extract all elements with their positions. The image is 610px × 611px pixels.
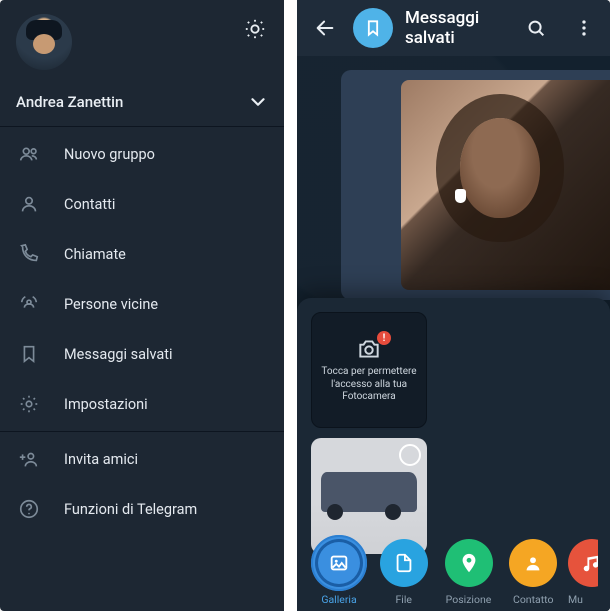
back-button[interactable] (305, 8, 345, 48)
message-photo[interactable] (401, 80, 610, 290)
attach-label: Posizione (446, 593, 492, 606)
alert-badge-icon: ! (377, 331, 391, 345)
contact-icon (509, 539, 557, 587)
camera-icon: ! (354, 336, 384, 362)
menu-label: Persone vicine (64, 296, 158, 313)
phone-icon (18, 243, 40, 265)
menu-calls[interactable]: Chiamate (0, 229, 284, 279)
drawer-menu-primary: Nuovo gruppo Contatti Chiamate Persone v… (0, 127, 284, 431)
menu-contacts[interactable]: Contatti (0, 179, 284, 229)
help-icon (18, 498, 40, 520)
chat-title[interactable]: Messaggi salvati (401, 8, 508, 48)
camera-prompt-text: Tocca per permettere l'accesso alla tua … (318, 366, 420, 404)
menu-people-nearby[interactable]: Persone vicine (0, 279, 284, 329)
chat-body: ! Tocca per permettere l'accesso alla tu… (297, 56, 610, 611)
menu-label: Chiamate (64, 246, 126, 263)
nearby-icon (18, 293, 40, 315)
chat-header: Messaggi salvati (297, 0, 610, 56)
user-avatar[interactable] (16, 14, 72, 70)
menu-settings[interactable]: Impostazioni (0, 379, 284, 429)
menu-label: Messaggi salvati (64, 346, 173, 363)
camera-permission-tile[interactable]: ! Tocca per permettere l'accesso alla tu… (311, 312, 427, 428)
message-bubble[interactable] (341, 70, 610, 300)
theme-toggle-icon[interactable] (244, 18, 266, 40)
attach-file[interactable]: File (374, 539, 434, 606)
more-options-button[interactable] (564, 8, 604, 48)
person-icon (18, 193, 40, 215)
chevron-down-icon (246, 90, 270, 114)
invite-icon (18, 448, 40, 470)
drawer-panel: Andrea Zanettin Nuovo gruppo Contatti Ch… (0, 0, 284, 611)
menu-invite-friends[interactable]: Invita amici (0, 434, 284, 484)
menu-new-group[interactable]: Nuovo gruppo (0, 129, 284, 179)
file-icon (380, 539, 428, 587)
saved-messages-avatar-icon[interactable] (353, 8, 393, 48)
attachment-sheet: ! Tocca per permettere l'accesso alla tu… (297, 298, 610, 611)
search-button[interactable] (516, 8, 556, 48)
chat-screen: Messaggi salvati ! Tocca per permettere … (297, 0, 610, 611)
attach-label: File (396, 593, 412, 606)
attach-gallery[interactable]: Galleria (309, 539, 369, 606)
menu-label: Invita amici (64, 451, 138, 468)
menu-label: Funzioni di Telegram (64, 501, 197, 518)
location-icon (445, 539, 493, 587)
menu-label: Nuovo gruppo (64, 146, 155, 163)
drawer-menu-secondary: Invita amici Funzioni di Telegram (0, 432, 284, 536)
attach-contact[interactable]: Contatto (503, 539, 563, 606)
screenshot-gap (284, 0, 297, 611)
gallery-icon (315, 539, 363, 587)
attach-label: Contatto (513, 593, 554, 606)
drawer-header (0, 0, 284, 78)
attachment-bar: Galleria File Posizione (297, 533, 610, 611)
attach-label: Mu (568, 593, 583, 606)
attach-label: Galleria (321, 593, 356, 606)
attach-location[interactable]: Posizione (439, 539, 499, 606)
group-icon (18, 143, 40, 165)
selection-circle-icon[interactable] (399, 444, 421, 466)
attach-music[interactable]: Mu (568, 539, 598, 606)
account-switcher[interactable]: Andrea Zanettin (0, 78, 284, 126)
music-icon (568, 539, 598, 587)
menu-saved-messages[interactable]: Messaggi salvati (0, 329, 284, 379)
user-name: Andrea Zanettin (16, 93, 123, 111)
menu-label: Contatti (64, 196, 115, 213)
bookmark-icon (18, 343, 40, 365)
gear-icon (18, 393, 40, 415)
menu-label: Impostazioni (64, 396, 148, 413)
menu-telegram-features[interactable]: Funzioni di Telegram (0, 484, 284, 534)
